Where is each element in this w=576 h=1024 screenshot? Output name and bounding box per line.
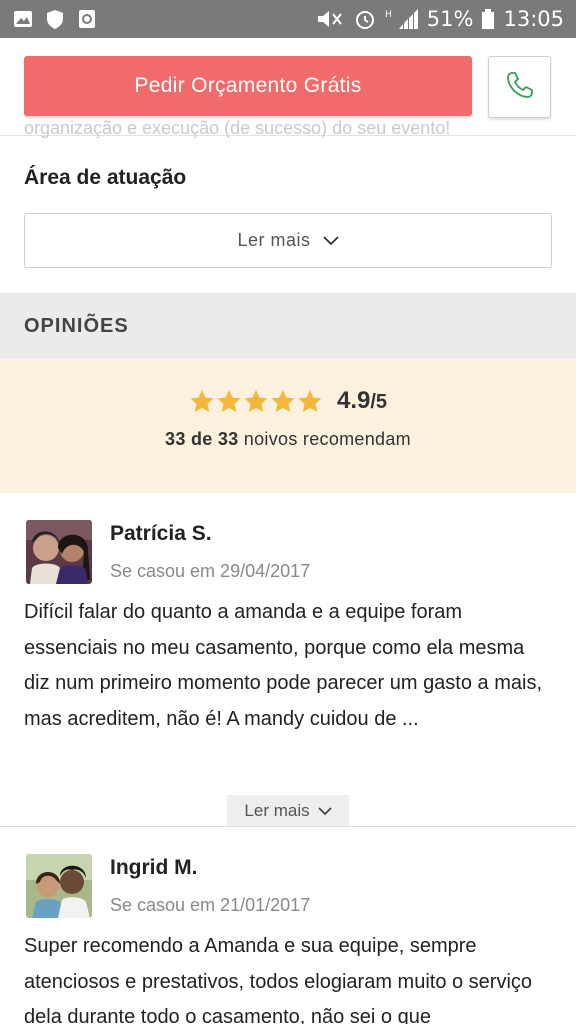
star-icon: [190, 389, 214, 412]
star-icon: [244, 389, 268, 412]
review-text: Difícil falar do quanto a amanda e a equ…: [24, 601, 543, 730]
battery-icon: [481, 8, 495, 30]
status-right-icons: H 51% 13:05: [315, 7, 564, 31]
rating-summary: 4.9/5 33 de 33 noivos recomendam: [0, 359, 576, 493]
scrolled-behind-text: organização e execução (de sucesso) do s…: [24, 118, 451, 138]
review-text: Super recomendo a Amanda e sua equipe, s…: [24, 935, 533, 1024]
shield-icon: [44, 8, 66, 30]
area-read-more-label: Ler mais: [237, 230, 311, 250]
request-quote-button[interactable]: Pedir Orçamento Grátis: [24, 56, 472, 116]
avatar: [26, 854, 92, 918]
image-icon: [12, 8, 34, 30]
review-date: Se casou em 21/01/2017: [110, 895, 311, 915]
alarm-icon: [353, 7, 377, 31]
area-title: Área de atuação: [24, 166, 187, 189]
reviewer-name: Patrícia S.: [110, 522, 212, 545]
rating-max: /5: [370, 391, 388, 413]
avatar: [26, 520, 92, 584]
clock: 13:05: [503, 7, 564, 31]
signal-icon: H: [385, 7, 419, 31]
star-icon: [217, 389, 241, 412]
chevron-down-icon: [322, 230, 339, 251]
status-left-icons: [12, 8, 98, 30]
recommend-count: 33 de 33: [165, 429, 239, 449]
phone-button[interactable]: [488, 56, 551, 118]
review-divider: [0, 826, 576, 827]
recommend-suffix: noivos recomendam: [238, 429, 411, 449]
opinions-header: OPINIÕES: [0, 293, 576, 359]
review-read-more-label: Ler mais: [244, 801, 310, 820]
chevron-down-icon: [317, 801, 332, 821]
review-date: Se casou em 29/04/2017: [110, 561, 311, 581]
mute-icon: [315, 8, 345, 30]
phone-icon: [505, 70, 535, 105]
area-read-more-button[interactable]: Ler mais: [24, 213, 552, 268]
action-bar: organização e execução (de sucesso) do s…: [0, 38, 576, 138]
status-bar: H 51% 13:05: [0, 0, 576, 38]
svg-text:H: H: [385, 10, 392, 20]
recommend-line: 33 de 33 noivos recomendam: [0, 429, 576, 450]
battery-percent: 51%: [426, 7, 474, 31]
star-icon: [271, 389, 295, 412]
rating-row: 4.9/5: [0, 387, 576, 415]
review-read-more-button[interactable]: Ler mais: [227, 795, 349, 827]
rating-value: 4.9: [336, 387, 371, 414]
star-icon: [298, 389, 322, 412]
rating-stars: [189, 389, 323, 414]
recycle-icon: [76, 8, 98, 30]
reviewer-name: Ingrid M.: [110, 856, 198, 879]
